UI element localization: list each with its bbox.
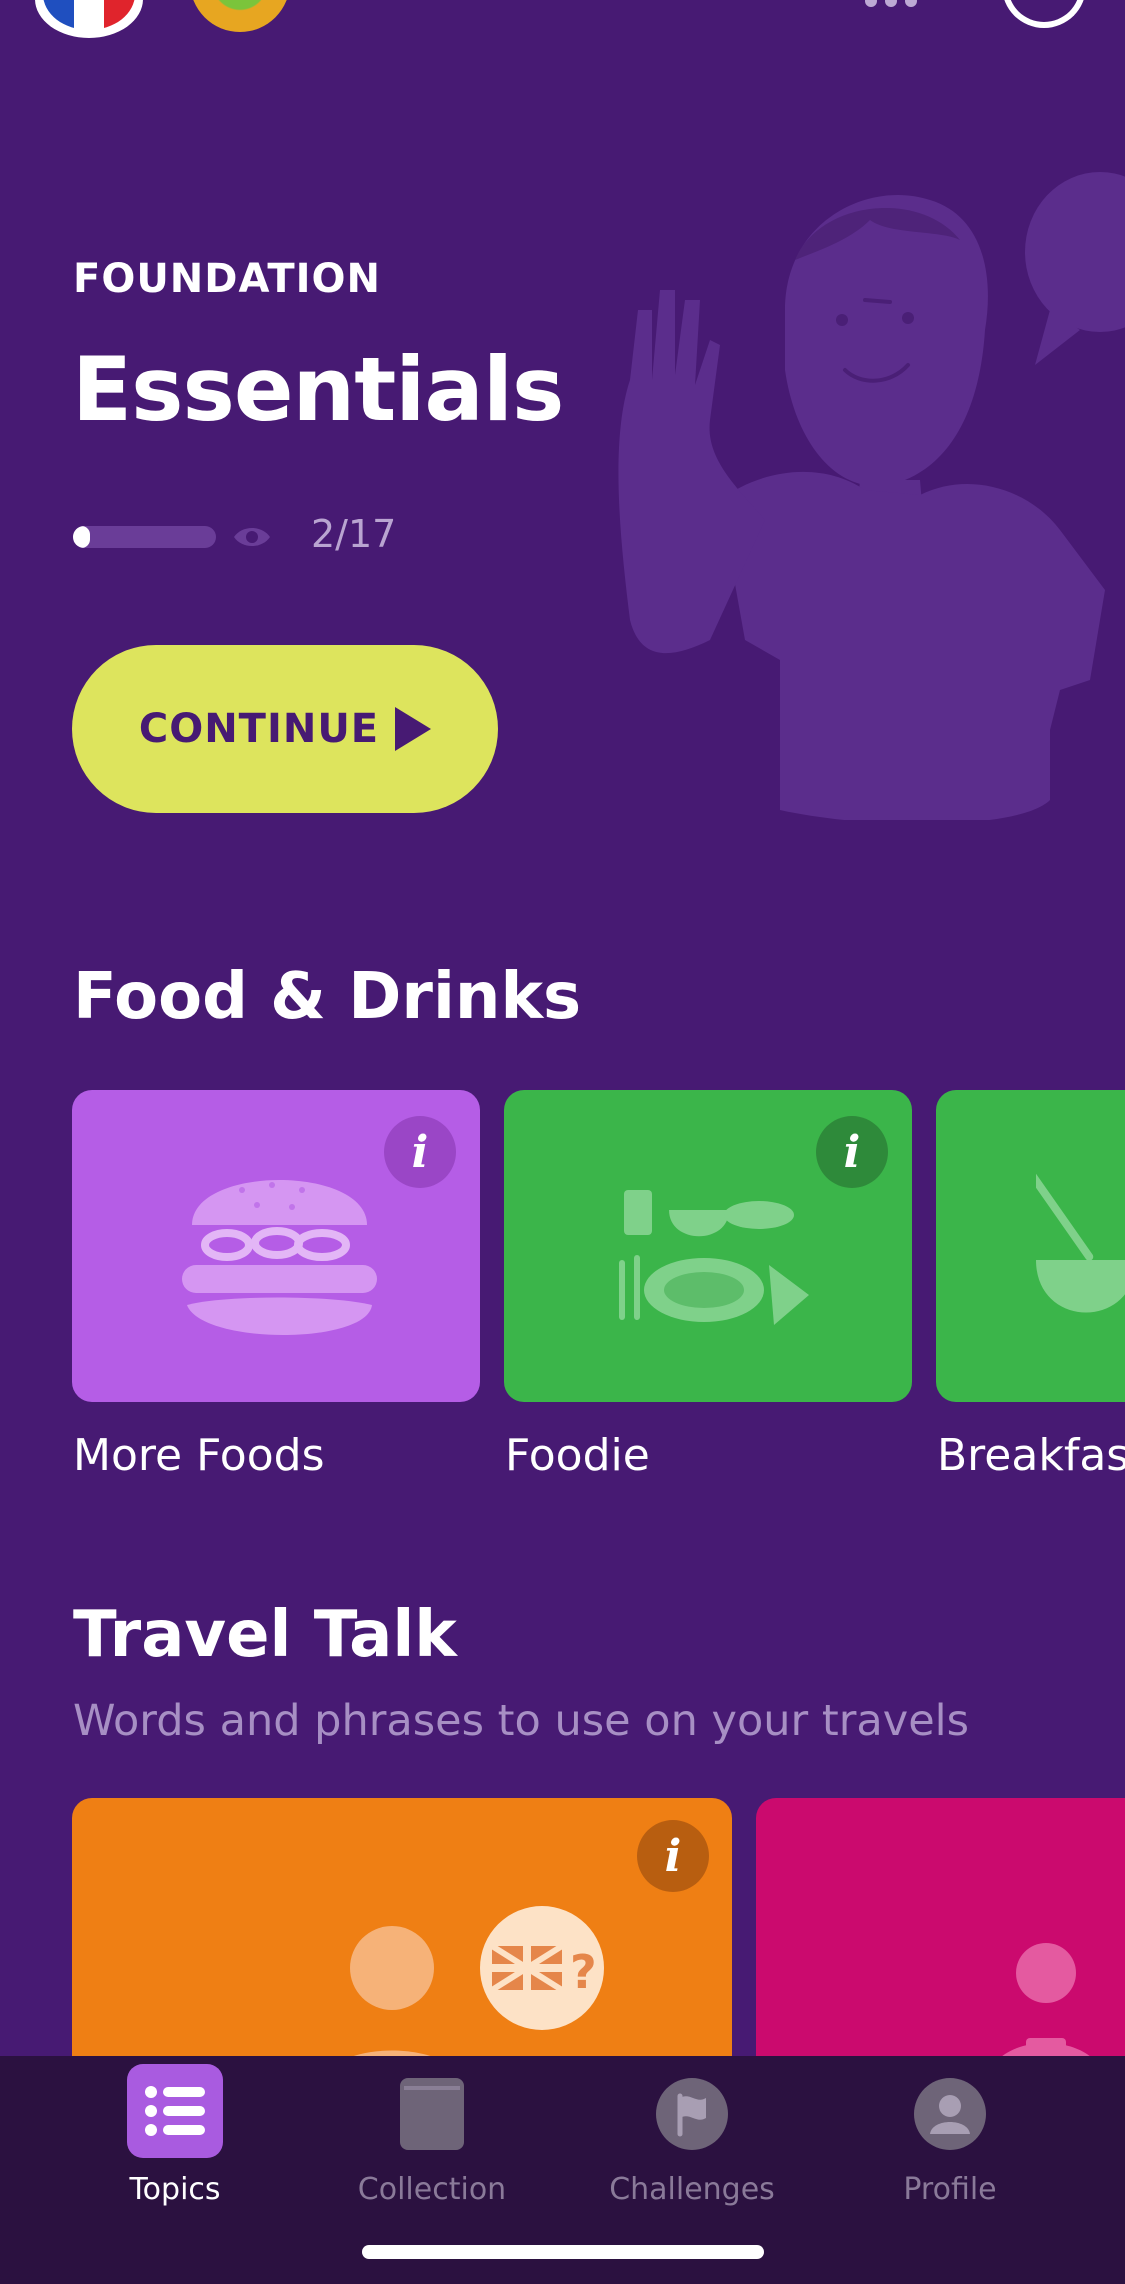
progress-bar [73,526,216,548]
waving-person-illustration [618,172,1125,820]
topic-card-travel-language[interactable]: ? i [72,1798,732,2088]
bowl-icon [1036,1169,1125,1313]
progress-count: 2/17 [311,512,397,556]
nav-label: Profile [903,2172,997,2207]
nav-label: Collection [357,2172,507,2207]
topic-card-label: Foodie [505,1430,650,1481]
book-icon [400,2078,464,2150]
topic-card-breakfast[interactable] [936,1090,1125,1402]
section-title-travel: Travel Talk [73,1598,457,1672]
play-icon [395,707,432,751]
progress-bar-fill [73,526,90,548]
topic-card-label: Breakfas [937,1430,1125,1481]
info-icon[interactable]: i [384,1116,456,1188]
category-eyebrow: FOUNDATION [73,256,381,302]
nav-label: Topics [129,2172,221,2207]
more-dots-icon[interactable] [865,0,935,7]
topic-card-label: More Foods [73,1430,325,1481]
language-flag-icon[interactable] [35,0,143,38]
topic-card-travel-tourist[interactable] [756,1798,1125,2088]
topic-card-foodie[interactable]: i [504,1090,912,1402]
nav-tab-collection[interactable]: Collection [332,2060,532,2220]
topic-title: Essentials [72,338,564,441]
streak-icon[interactable] [190,0,290,32]
burger-icon [182,1180,377,1335]
continue-label: CONTINUE [138,706,380,752]
goal-ring-icon[interactable] [1002,0,1086,28]
topic-card-more-foods[interactable]: i [72,1090,480,1402]
section-subtitle-travel: Words and phrases to use on your travels [73,1696,970,1746]
info-icon[interactable]: i [637,1820,709,1892]
info-icon[interactable]: i [816,1116,888,1188]
section-title-food: Food & Drinks [73,960,582,1034]
nav-label: Challenges [609,2172,775,2207]
person-icon [914,2078,986,2150]
eye-icon [234,528,270,546]
meal-icon [619,1190,809,1325]
nav-tab-profile[interactable]: Profile [850,2060,1050,2220]
list-icon [127,2064,223,2158]
nav-tab-challenges[interactable]: Challenges [592,2060,792,2220]
continue-button[interactable]: CONTINUE [72,645,498,813]
svg-text:?: ? [570,1945,597,1999]
flag-icon [656,2078,728,2150]
nav-tab-topics[interactable]: Topics [75,2060,275,2220]
home-indicator [362,2245,764,2259]
